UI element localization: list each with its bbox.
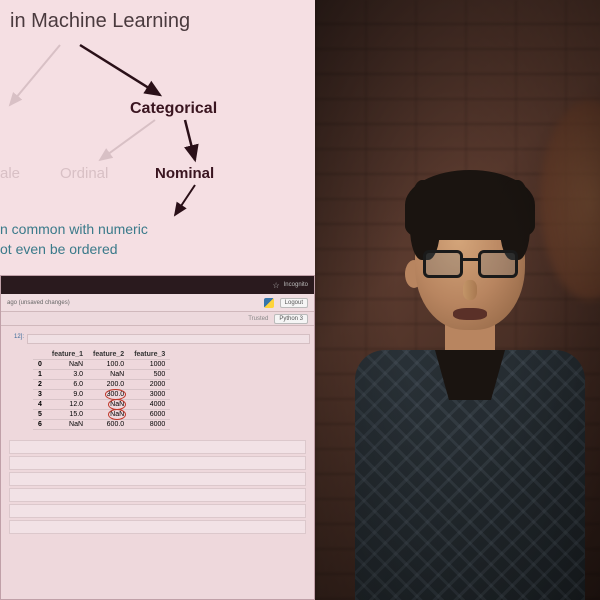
table-body: 0NaN100.0100013.0NaN50026.0200.0200039.0…	[33, 360, 170, 430]
empty-cell[interactable]	[9, 440, 306, 454]
dataframe-table: feature_1feature_2feature_3 0NaN100.0100…	[33, 350, 170, 430]
node-nominal: Nominal	[155, 165, 214, 182]
table-col-header: feature_1	[47, 350, 88, 360]
table-cell: NaN	[88, 370, 129, 380]
table-row: 412.0NaN4000	[33, 400, 170, 410]
table-cell: 6000	[129, 410, 170, 420]
empty-cell[interactable]	[9, 504, 306, 518]
empty-cell[interactable]	[9, 472, 306, 486]
table-row: 6NaN600.08000	[33, 420, 170, 430]
vignette-overlay	[315, 0, 600, 600]
table-cell: 0	[33, 360, 47, 370]
trusted-label: Trusted	[248, 316, 268, 322]
desc-line-1: n common with numeric	[0, 220, 148, 240]
table-cell: 3	[33, 390, 47, 400]
jupyter-notebook: ☆ Incognito ago (unsaved changes) Logout…	[0, 275, 315, 600]
notebook-body: 12]: feature_1feature_2feature_3 0NaN100…	[1, 326, 314, 544]
table-col-header: feature_3	[129, 350, 170, 360]
slide-title: in Machine Learning	[10, 10, 190, 33]
empty-cell[interactable]	[9, 520, 306, 534]
table-col-header: feature_2	[88, 350, 129, 360]
table-cell: 6.0	[47, 380, 88, 390]
table-cell: 4	[33, 400, 47, 410]
table-cell: 1000	[129, 360, 170, 370]
table-cell: NaN	[88, 400, 129, 410]
table-row: 515.0NaN6000	[33, 410, 170, 420]
notebook-toolbar: Trusted Python 3	[1, 312, 314, 326]
table-cell: 200.0	[88, 380, 129, 390]
table-cell: 9.0	[47, 390, 88, 400]
node-ordinal-faded: Ordinal	[60, 165, 108, 182]
empty-cell[interactable]	[9, 488, 306, 502]
table-cell: 5	[33, 410, 47, 420]
table-cell: 600.0	[88, 420, 129, 430]
logout-button[interactable]: Logout	[280, 298, 308, 308]
table-cell: 6	[33, 420, 47, 430]
slide-description: n common with numeric ot even be ordered	[0, 220, 148, 259]
slide-area: in Machine Learning Categorical ale Ordi…	[0, 0, 315, 270]
node-categorical: Categorical	[130, 100, 217, 118]
table-cell: NaN	[47, 420, 88, 430]
notebook-header: ago (unsaved changes) Logout	[1, 294, 314, 312]
node-scale-faded: ale	[0, 165, 20, 182]
table-cell: 8000	[129, 420, 170, 430]
notebook-header-right: Logout	[264, 298, 308, 308]
table-cell: 12.0	[47, 400, 88, 410]
code-cell[interactable]: 12]:	[5, 334, 310, 344]
table-cell: 3000	[129, 390, 170, 400]
table-cell: 300.0	[88, 390, 129, 400]
notebook-file-status: ago (unsaved changes)	[7, 300, 70, 306]
table-cell: 2000	[129, 380, 170, 390]
empty-cell[interactable]	[9, 456, 306, 470]
table-header-row: feature_1feature_2feature_3	[33, 350, 170, 360]
table-cell: 2	[33, 380, 47, 390]
table-row: 13.0NaN500	[33, 370, 170, 380]
webcam-panel	[315, 0, 600, 600]
dataframe-output: feature_1feature_2feature_3 0NaN100.0100…	[33, 350, 310, 430]
left-panel: in Machine Learning Categorical ale Ordi…	[0, 0, 315, 600]
python-logo-icon	[264, 298, 274, 308]
table-cell: 1	[33, 370, 47, 380]
table-row: 39.0300.03000	[33, 390, 170, 400]
empty-cells-region	[5, 440, 310, 534]
table-cell: 4000	[129, 400, 170, 410]
input-prompt: 12]:	[5, 334, 27, 344]
table-cell: 3.0	[47, 370, 88, 380]
table-cell: 500	[129, 370, 170, 380]
browser-chrome-bar: ☆ Incognito	[1, 276, 314, 294]
code-input-area[interactable]	[27, 334, 310, 344]
table-cell: 100.0	[88, 360, 129, 370]
table-cell: 15.0	[47, 410, 88, 420]
table-row: 26.0200.02000	[33, 380, 170, 390]
kernel-indicator[interactable]: Python 3	[274, 314, 308, 324]
table-col-header	[33, 350, 47, 360]
table-row: 0NaN100.01000	[33, 360, 170, 370]
table-cell: NaN	[88, 410, 129, 420]
bookmark-star-icon[interactable]: ☆	[272, 281, 279, 290]
table-cell: NaN	[47, 360, 88, 370]
incognito-label: Incognito	[284, 282, 308, 288]
desc-line-2: ot even be ordered	[0, 240, 148, 260]
